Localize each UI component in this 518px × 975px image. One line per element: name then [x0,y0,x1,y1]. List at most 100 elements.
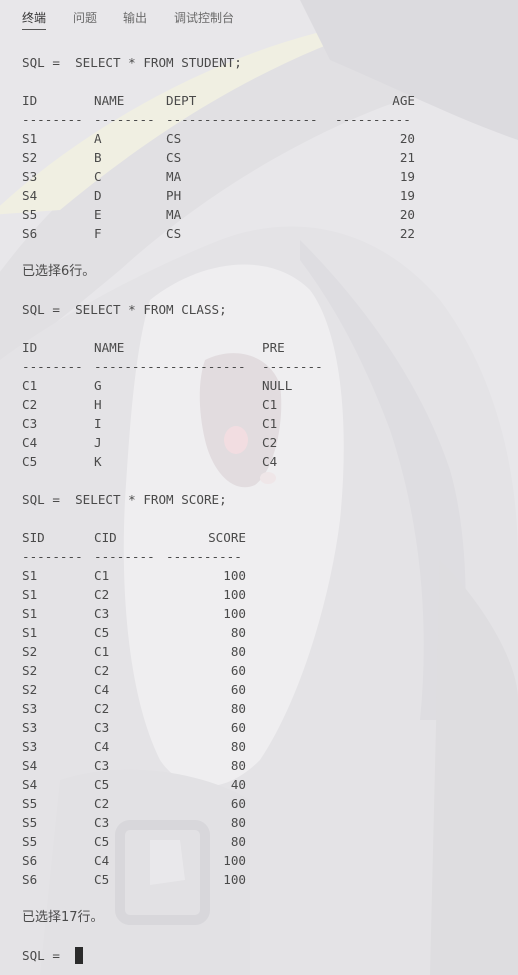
table-cell: C5 [94,625,110,640]
table-cell: S5 [22,815,38,830]
table-cell: C1 [22,378,38,393]
terminal-output[interactable]: SQL = SELECT * FROM STUDENT; ID NAME DEPT AG… [22,53,415,965]
table-cell: S3 [22,739,38,754]
table-cell: F [94,226,102,241]
table-cell: C4 [94,853,110,868]
table-header: ID NAME DEPT AGE [22,91,415,110]
table-row: S3 C4 80 [22,737,246,756]
table-cell: S3 [22,169,38,184]
table-cell: S6 [22,853,38,868]
table-cell: 60 [230,682,246,697]
table-cell: J [94,435,102,450]
table-header: ID NAME PRE [22,338,285,357]
sql-command: SQL = SELECT * FROM STUDENT; [22,55,242,70]
column-header: ID [22,340,38,355]
table-cell: 19 [399,188,415,203]
table-cell: H [94,397,102,412]
panel-tabs: 终端 问题 输出 调试控制台 [0,0,518,32]
result-message: 已选择6行。 [22,264,96,279]
table-row: C2 H C1 [22,395,277,414]
table-cell: 100 [223,587,246,602]
table-cell: 100 [223,872,246,887]
table-row: S3 C2 80 [22,699,246,718]
table-cell: S4 [22,777,38,792]
table-cell: MA [166,207,182,222]
tab-output[interactable]: 输出 [123,9,147,26]
table-row: S4 C5 40 [22,775,246,794]
table-row: S6 C4 100 [22,851,246,870]
column-header: ID [22,93,38,108]
table-cell: NULL [262,378,293,393]
table-cell: S2 [22,682,38,697]
table-cell: S1 [22,568,38,583]
sql-prompt[interactable]: SQL = [22,946,242,965]
table-row: S6 C5 100 [22,870,246,889]
table-cell: 100 [223,568,246,583]
table-cell: S3 [22,701,38,716]
table-cell: PH [166,188,182,203]
table-cell: C2 [94,663,110,678]
table-row: C5 K C4 [22,452,277,471]
table-row: S6 F CS 22 [22,224,415,243]
table-cell: K [94,454,102,469]
separator-dashes: ---------- [335,112,411,127]
table-cell: C5 [94,834,110,849]
table-cell: C2 [94,701,110,716]
table-cell: E [94,207,102,222]
column-header: AGE [392,93,415,108]
column-header: NAME [94,340,125,355]
separator-dashes: -------------------- [166,112,318,127]
table-cell: 80 [230,625,246,640]
tab-problems[interactable]: 问题 [73,9,97,26]
table-row: S4 C3 80 [22,756,246,775]
table-row: S1 C3 100 [22,604,246,623]
table-cell: C1 [262,397,278,412]
table-cell: C1 [262,416,278,431]
table-cell: C5 [22,454,38,469]
table-cell: 100 [223,606,246,621]
table-cell: 80 [230,815,246,830]
table-cell: S1 [22,606,38,621]
table-cell: C4 [262,454,278,469]
table-cell: S6 [22,872,38,887]
prompt-label: SQL = [22,948,76,963]
separator-dashes: -------- [22,112,83,127]
table-cell: C2 [94,796,110,811]
table-row: S2 C2 60 [22,661,246,680]
table-cell: 20 [399,207,415,222]
table-row: S4 D PH 19 [22,186,415,205]
table-cell: C2 [22,397,38,412]
table-row: S5 C3 80 [22,813,246,832]
table-cell: C3 [94,815,110,830]
table-row: S3 C3 60 [22,718,246,737]
table-cell: C3 [94,606,110,621]
table-cell: 40 [230,777,246,792]
column-header: SID [22,530,45,545]
table-cell: C3 [22,416,38,431]
table-cell: 80 [230,701,246,716]
tab-debug-console[interactable]: 调试控制台 [174,9,234,26]
table-cell: 100 [223,853,246,868]
table-row: S1 C5 80 [22,623,246,642]
table-row: S1 C2 100 [22,585,246,604]
table-cell: S1 [22,131,38,146]
table-cell: 60 [230,663,246,678]
table-cell: C4 [94,682,110,697]
table-row: C4 J C2 [22,433,277,452]
separator-dashes: -------------------- [94,359,246,374]
table-cell: C5 [94,777,110,792]
table-row: C1 G NULL [22,376,292,395]
table-cell: 19 [399,169,415,184]
table-header: SID CID SCORE [22,528,246,547]
table-cell: 80 [230,739,246,754]
tab-terminal[interactable]: 终端 [22,9,47,30]
table-cell: C [94,169,102,184]
table-row: S3 C MA 19 [22,167,415,186]
separator-dashes: -------- [22,359,83,374]
table-row: S5 C5 80 [22,832,246,851]
